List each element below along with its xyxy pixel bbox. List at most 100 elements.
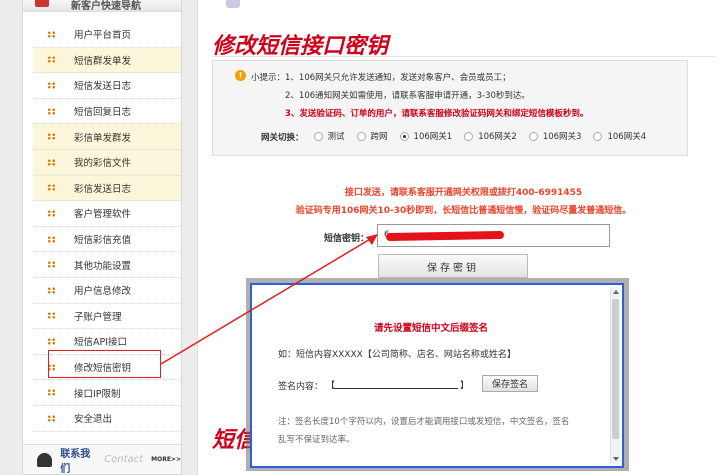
gateway-switch: 网关切换： 测试 跨网 106网关1 106网关2 106网关3 106网关4	[261, 130, 658, 144]
gateway-option-label: 跨网	[370, 132, 388, 142]
sidebar-header-title: 新客户快速导航	[71, 1, 141, 12]
annotation-highlight-box	[48, 350, 161, 378]
bullet-icon	[47, 209, 56, 217]
radio-icon[interactable]	[356, 131, 366, 141]
bullet-icon	[47, 56, 56, 64]
gateway-option-label: 106网关4	[607, 132, 647, 142]
dialog-title: 请先设置短信中文后缀签名	[373, 323, 488, 334]
signature-dialog: 请先设置短信中文后缀签名 如：短信内容XXXXX【公司简称、店名、网站名称或姓名…	[250, 283, 624, 468]
sidebar-item[interactable]: 子账户管理	[33, 304, 181, 330]
sidebar-item-label: 用户信息修改	[74, 286, 132, 298]
sidebar-item[interactable]: 短信发送日志	[33, 73, 181, 99]
tip-line-3: 3、发送验证码、订单的用户，请联系客服修改验证码网关和绑定短信模板秒到。	[285, 109, 589, 119]
contact-label-en: Contact	[104, 454, 144, 465]
sidebar-item[interactable]: 彩信发送日志	[33, 175, 181, 202]
sidebar-item-label: 短信彩信充值	[74, 235, 132, 247]
gateway-label: 网关切换：	[261, 132, 304, 143]
scroll-thumb[interactable]	[612, 299, 619, 439]
gateway-option-label: 106网关2	[478, 132, 517, 142]
scroll-down-icon[interactable]	[613, 457, 619, 461]
scroll-up-icon[interactable]	[613, 290, 619, 294]
radio-icon[interactable]	[313, 131, 323, 141]
gateway-option[interactable]: 106网关1	[399, 130, 453, 142]
sidebar-item-label: 接口IP限制	[74, 388, 121, 400]
tip-line-2: 2、106通知网关如需使用，请联系客服申请开通，3-30秒到达。	[285, 91, 530, 101]
gateway-option[interactable]: 106网关4	[593, 130, 646, 142]
dialog-example: 如：短信内容XXXXX【公司简称、店名、网站名称或姓名】	[278, 350, 516, 360]
sidebar-item[interactable]: 客户管理软件	[33, 201, 181, 227]
contact-more-link[interactable]: MORE>>	[151, 456, 181, 463]
sms-key-label: 短信密钥：	[324, 234, 370, 244]
header-icon	[226, 0, 240, 8]
sidebar-item-label: 短信API接口	[74, 337, 128, 349]
sidebar-item-label: 短信群发单发	[74, 55, 132, 67]
bullet-icon	[47, 286, 56, 294]
tip-line-1: 小提示：1、106网关只允许发送通知，发送对象客户、会员或员工；	[251, 73, 511, 83]
sidebar-item[interactable]: 用户平台首页	[33, 22, 181, 48]
sidebar-item[interactable]: 短信回复日志	[33, 99, 181, 125]
sidebar-item-label: 短信发送日志	[74, 81, 132, 93]
bullet-icon	[47, 133, 56, 141]
bullet-icon	[47, 81, 56, 89]
gateway-option[interactable]: 测试	[313, 130, 345, 142]
sidebar-item[interactable]: 短信彩信充值	[33, 227, 181, 253]
radio-icon[interactable]	[593, 131, 603, 141]
gateway-option[interactable]: 106网关3	[528, 130, 582, 142]
bullet-icon	[47, 30, 56, 38]
sidebar-item-label: 子账户管理	[74, 311, 122, 323]
bullet-icon	[47, 107, 56, 115]
sidebar-item-label: 短信回复日志	[74, 107, 132, 119]
bullet-icon	[47, 184, 56, 192]
save-signature-button[interactable]: 保存签名	[482, 375, 538, 392]
radio-icon[interactable]	[528, 131, 538, 141]
signature-label: 签名内容：	[278, 382, 324, 392]
gateway-option-label: 106网关3	[542, 132, 582, 142]
warning-icon: !	[235, 70, 246, 81]
bullet-icon	[47, 158, 56, 166]
sidebar-item-label: 安全退出	[74, 414, 113, 426]
signature-input[interactable]	[334, 377, 458, 389]
sidebar-header: 新客户快速导航	[23, 0, 181, 12]
sidebar-item[interactable]: 其他功能设置	[33, 252, 181, 278]
bullet-icon	[47, 414, 56, 422]
sidebar-item[interactable]: 用户信息修改	[33, 278, 181, 304]
save-key-button[interactable]: 保存密钥	[378, 254, 528, 278]
contact-label: 联系我们	[60, 448, 91, 475]
sidebar-item-label: 客户管理软件	[74, 209, 132, 221]
nav-logo-icon	[35, 0, 49, 7]
tip-box: ! 小提示：1、106网关只允许发送通知，发送对象客户、会员或员工； 2、106…	[212, 60, 688, 156]
verification-notice: 验证码专用106网关10-30秒即到，长短信比普通短信慢，验证码尽量发普通短信。	[295, 206, 632, 216]
sidebar-item-label: 其他功能设置	[74, 260, 132, 272]
sidebar-item[interactable]: 我的彩信文件	[33, 149, 181, 176]
bracket-close: 】	[460, 381, 470, 391]
interface-notice: 接口发送，请联系客服开通网关权限或拨打400-6991455	[344, 188, 583, 198]
bullet-icon	[47, 337, 56, 345]
gateway-option-label: 106网关1	[413, 132, 453, 142]
sidebar-item-label: 彩信单发群发	[74, 132, 132, 144]
person-icon	[37, 452, 53, 467]
sidebar-item[interactable]: 接口IP限制	[33, 380, 181, 406]
sidebar-nav: 新客户快速导航 用户平台首页 短信群发单发 短信发送日志 短信回复日志 彩信单发群发 我的…	[22, 0, 182, 475]
sidebar-item[interactable]: 短信群发单发	[33, 47, 181, 74]
gateway-option-label: 测试	[327, 132, 345, 142]
sidebar-item-label: 我的彩信文件	[74, 158, 132, 170]
sidebar-item[interactable]: 彩信单发群发	[33, 124, 181, 150]
gateway-option[interactable]: 跨网	[356, 130, 388, 142]
dialog-note-1: 注：签名长度10个字符以内，设置后才能调用接口或发短信，中文签名，签名	[278, 417, 570, 427]
gateway-option[interactable]: 106网关2	[464, 130, 517, 142]
sidebar-item-label: 彩信发送日志	[74, 183, 132, 195]
bullet-icon	[47, 235, 56, 243]
title-divider	[212, 56, 716, 57]
bullet-icon	[47, 312, 56, 320]
bullet-icon	[47, 261, 56, 269]
bullet-icon	[47, 389, 56, 397]
sms-key-input[interactable]: 6	[377, 224, 610, 247]
contact-us-bar[interactable]: 联系我们 Contact MORE>>	[23, 444, 181, 475]
dialog-scrollbar[interactable]	[610, 287, 620, 464]
sidebar-item-label: 用户平台首页	[74, 30, 132, 42]
redaction-mark	[385, 230, 505, 242]
radio-icon[interactable]	[399, 131, 409, 141]
radio-icon[interactable]	[464, 131, 474, 141]
sidebar-item[interactable]: 安全退出	[33, 406, 181, 432]
dialog-note-2: 乱写不保证到达率。	[278, 435, 355, 445]
